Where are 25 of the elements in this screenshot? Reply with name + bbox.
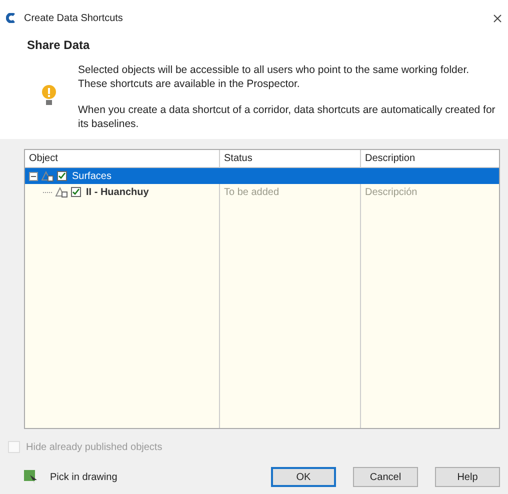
tree-item[interactable]: II - Huanchuy — [84, 184, 151, 200]
app-icon — [6, 13, 16, 23]
table-cell-text: Descripción — [365, 186, 418, 200]
checkbox-label: Hide already published objects — [26, 440, 162, 454]
section-title: Share Data — [27, 37, 91, 54]
column-header[interactable]: Status — [220, 150, 361, 167]
lightbulb-icon — [42, 84, 56, 106]
tree-item[interactable]: Surfaces — [70, 168, 114, 184]
column-header[interactable]: Object — [25, 150, 220, 167]
dialog-button[interactable]: OK — [271, 467, 336, 487]
surface-icon — [41, 170, 54, 182]
pick-icon — [24, 470, 38, 484]
column-header[interactable]: Description — [361, 150, 499, 167]
dialog-button[interactable]: Cancel — [353, 467, 418, 487]
checkbox[interactable] — [57, 171, 67, 181]
collapse-toggle[interactable] — [29, 172, 38, 180]
close-icon[interactable] — [493, 14, 502, 22]
info-paragraph: Selected objects will be accessible to all users who point to the same working folder. These shortcuts are available in the Prospector. — [78, 63, 470, 91]
info-paragraph: When you create a data shortcut of a corridor, data shortcuts are automatically created for its baselines. — [78, 103, 496, 131]
table-cell-text: To be added — [224, 186, 280, 200]
dialog-button[interactable]: Help — [435, 467, 500, 487]
checkbox[interactable] — [71, 187, 81, 197]
surface-icon — [55, 186, 68, 198]
window-title: Create Data Shortcuts — [24, 12, 123, 26]
pick-button[interactable]: Pick in drawing — [8, 470, 118, 484]
